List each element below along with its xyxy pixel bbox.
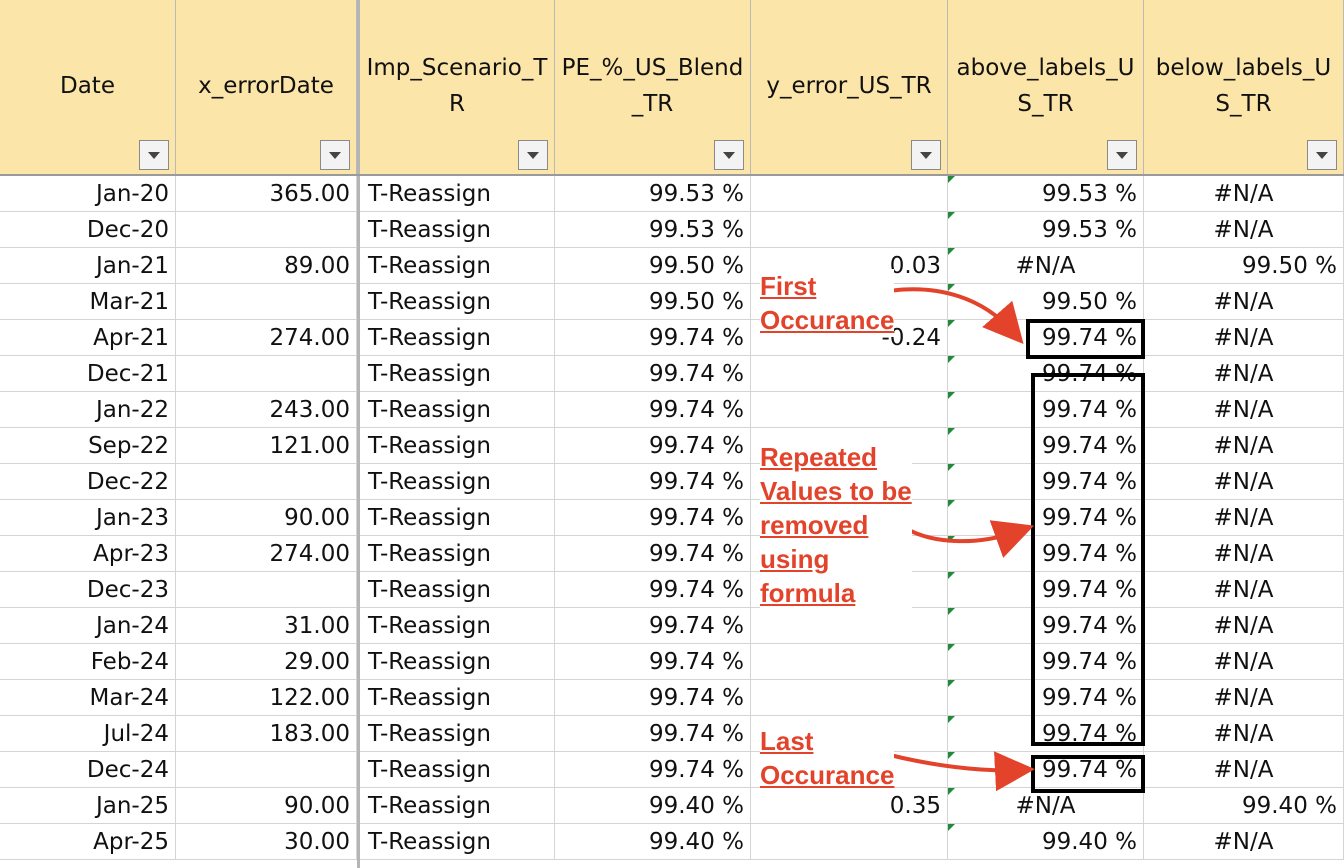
arrow-last [889, 751, 1035, 792]
annotation-arrows [881, 287, 1035, 792]
annotation-line: Occurance [760, 760, 895, 790]
first-occurrence-annotation: First Occurance [760, 269, 895, 337]
annotation-line: removed [760, 510, 869, 540]
annotation-line: First [760, 271, 817, 301]
arrow-first [881, 287, 1024, 345]
annotation-line: Repeated [760, 442, 878, 472]
repeated-values-annotation: Repeated Values to be removed using form… [760, 440, 912, 610]
annotation-line: Last [760, 726, 814, 756]
annotation-line: using [760, 544, 830, 574]
annotation-line: formula [760, 578, 856, 608]
annotation-line: Occurance [760, 305, 895, 335]
spreadsheet: Date x_errorDate Imp_Scenario_T R PE_%_US_B… [0, 0, 1344, 868]
last-occurrence-annotation: Last Occurance [760, 724, 895, 792]
arrow-repeated [904, 520, 1035, 558]
annotation-line: Values to be [760, 476, 912, 506]
